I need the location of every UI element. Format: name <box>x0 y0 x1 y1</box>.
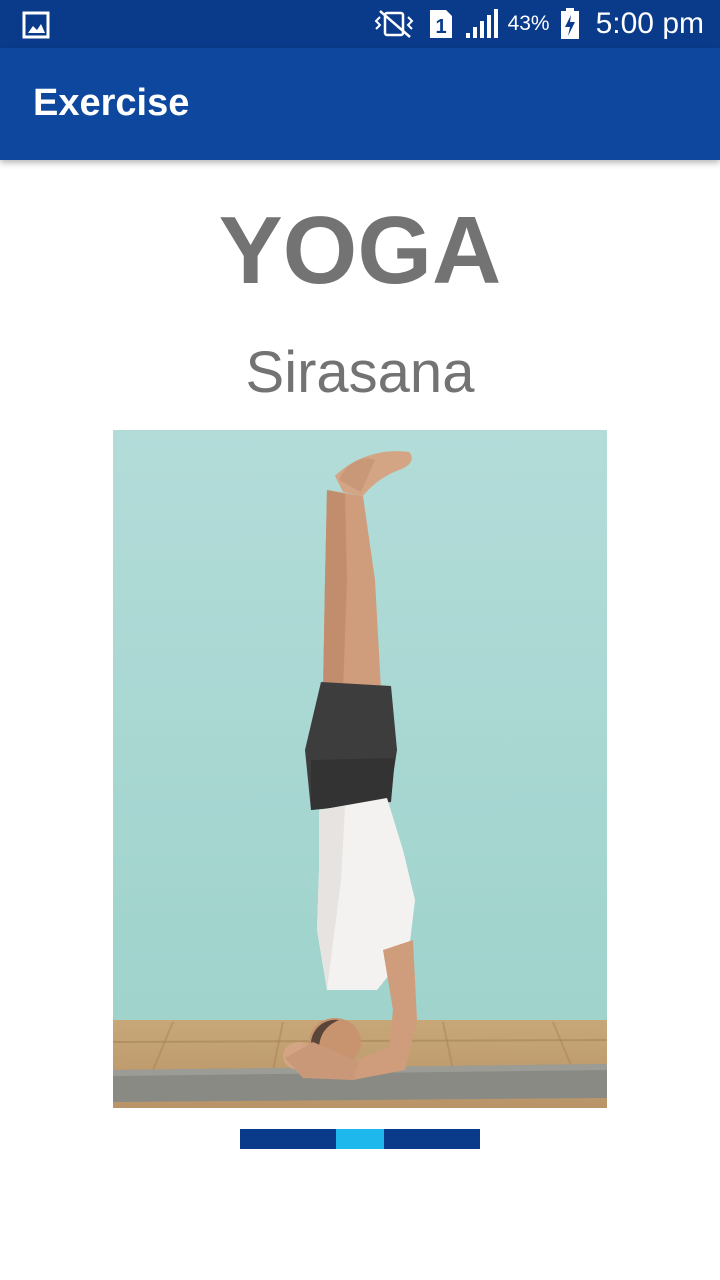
status-bar: 1 43% 5:00 pm <box>0 0 720 48</box>
page-indicator-segment[interactable] <box>432 1129 480 1149</box>
battery-percent: 43% <box>507 12 550 35</box>
pose-name: Sirasana <box>245 340 475 405</box>
battery-charging-icon <box>560 8 579 39</box>
svg-text:1: 1 <box>435 16 446 38</box>
pose-image[interactable] <box>113 430 607 1108</box>
signal-icon <box>465 9 498 38</box>
app-title: Exercise <box>33 82 190 124</box>
page-indicator-segment[interactable] <box>240 1129 288 1149</box>
gallery-icon <box>22 11 50 39</box>
page-indicator-segment-active[interactable] <box>336 1129 384 1149</box>
headstand-illustration <box>113 430 607 1108</box>
exercise-heading: YOGA <box>218 197 502 304</box>
app-bar: Exercise <box>0 48 720 160</box>
page-indicator-segment[interactable] <box>384 1129 432 1149</box>
page-indicator[interactable] <box>240 1129 480 1149</box>
page-indicator-segment[interactable] <box>288 1129 336 1149</box>
clock: 5:00 pm <box>595 7 704 40</box>
vibrate-icon <box>374 10 413 38</box>
status-icons: 1 43% 5:00 pm <box>370 0 704 48</box>
sim-1-icon: 1 <box>429 10 452 38</box>
